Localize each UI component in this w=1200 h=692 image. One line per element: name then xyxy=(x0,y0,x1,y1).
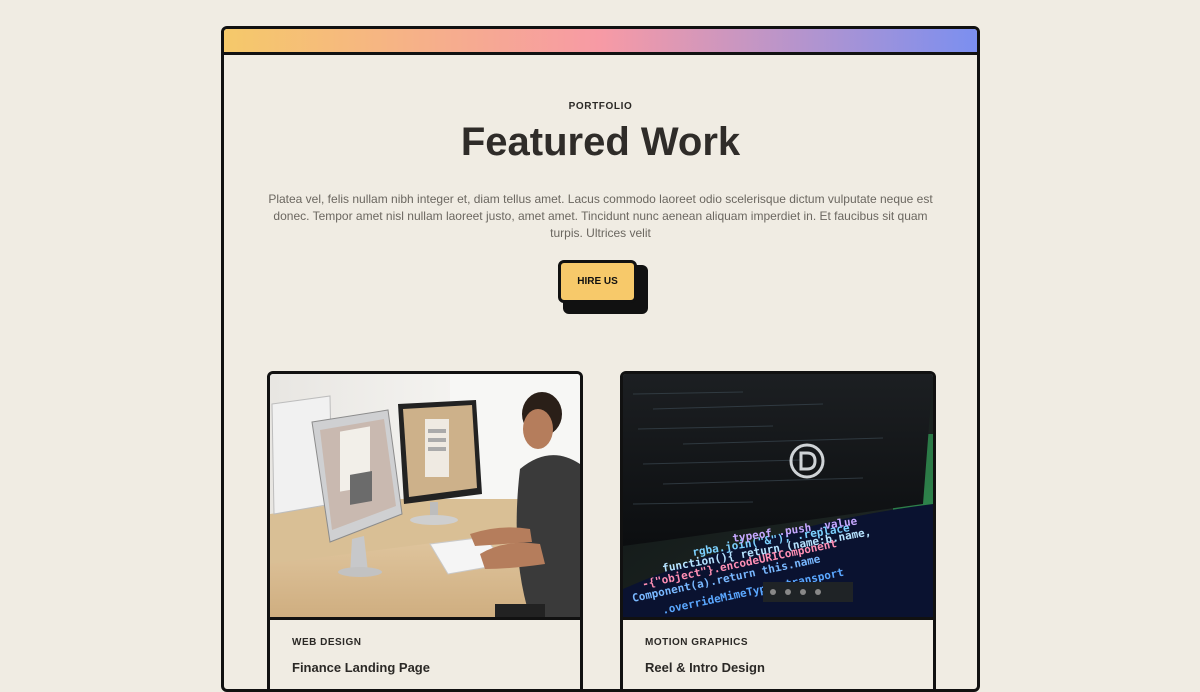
hire-us-button[interactable]: HIRE US xyxy=(558,260,637,303)
section-description: Platea vel, felis nullam nibh integer et… xyxy=(268,192,933,240)
code-screen-illustration: Component(a).return this.name -{"object"… xyxy=(623,374,933,617)
hire-us-button-wrap: HIRE US xyxy=(558,260,648,314)
portfolio-section-frame: PORTFOLIO Featured Work Platea vel, feli… xyxy=(221,26,980,692)
card-category: MOTION GRAPHICS xyxy=(645,637,749,648)
gradient-header-bar xyxy=(224,29,977,55)
office-photo-illustration xyxy=(270,374,580,617)
card-image-man-at-computers[interactable] xyxy=(270,374,580,620)
card-title[interactable]: Finance Landing Page xyxy=(292,660,430,675)
portfolio-card-web-design[interactable]: WEB DESIGN Finance Landing Page xyxy=(267,371,583,689)
section-title: Featured Work xyxy=(460,120,741,164)
section-eyebrow: PORTFOLIO xyxy=(568,101,633,112)
card-image-code-screen[interactable]: Component(a).return this.name -{"object"… xyxy=(623,374,933,620)
portfolio-card-motion-graphics[interactable]: Component(a).return this.name -{"object"… xyxy=(620,371,936,689)
card-title[interactable]: Reel & Intro Design xyxy=(645,660,765,675)
card-category: WEB DESIGN xyxy=(292,637,362,648)
